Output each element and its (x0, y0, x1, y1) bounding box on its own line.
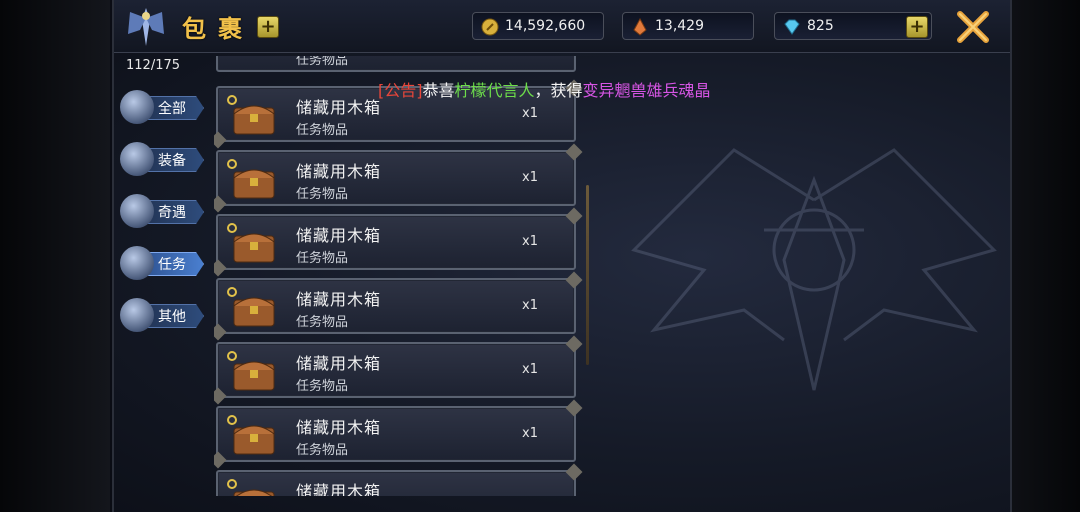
gold-currency: 14,592,660 (472, 12, 604, 40)
item-quantity: x1 (522, 426, 538, 441)
item-type: 任务物品 (296, 187, 349, 202)
item-type: 任务物品 (296, 56, 349, 68)
crystal-ball-icon (120, 194, 154, 228)
item-quantity: x1 (522, 170, 538, 185)
tab-quest[interactable]: 任务 (118, 244, 204, 280)
crystal-amount: 13,429 (655, 18, 704, 34)
gold-amount: 14,592,660 (505, 18, 586, 34)
blue-diamond-icon (784, 19, 800, 35)
item-list[interactable]: 任务物品 储藏用木箱 任务物品 x1 储藏用木箱 任务物品 x1 储藏用木箱 任… (214, 56, 584, 496)
item-name: 储藏用木箱 (296, 226, 382, 245)
tab-label: 其他 (158, 309, 186, 325)
frame-corner (565, 207, 583, 225)
item-type: 任务物品 (296, 315, 349, 330)
announcement-middle: ，获得 (534, 81, 583, 100)
wooden-chest-icon (227, 415, 275, 455)
wooden-chest-icon (227, 223, 275, 263)
frame-corner (214, 387, 227, 405)
diamond-amount: 825 (807, 18, 834, 34)
item-name: 储藏用木箱 (296, 290, 382, 309)
item-name: 储藏用木箱 (296, 354, 382, 373)
bag-icon (120, 298, 154, 332)
bag-capacity: 112/175 (126, 58, 181, 73)
list-item[interactable]: 储藏用木箱 任务物品 x1 (214, 207, 583, 277)
frame-corner (214, 451, 227, 469)
armor-icon (120, 142, 154, 176)
frame-corner (214, 131, 227, 149)
list-scrollbar[interactable] (586, 185, 589, 365)
item-quantity: x1 (522, 298, 538, 313)
item-name: 储藏用木箱 (296, 162, 382, 181)
system-announcement: [公告]恭喜柠檬代言人，获得变异魍兽雄兵魂晶 (378, 77, 711, 101)
flame-crystal-icon (633, 18, 647, 36)
item-quantity: x1 (522, 362, 538, 377)
all-items-icon (120, 90, 154, 124)
announcement-player: 柠檬代言人 (454, 81, 535, 100)
list-item[interactable]: 储藏用木箱 任务物品 x1 (214, 271, 583, 341)
recharge-button[interactable]: + (906, 16, 928, 38)
wooden-chest-icon (227, 159, 275, 199)
item-type: 任务物品 (296, 123, 349, 138)
list-item[interactable]: 储藏用木箱 (216, 463, 583, 496)
tab-label: 任务 (158, 257, 186, 273)
frame-corner (565, 271, 583, 289)
scroll-icon (120, 246, 154, 280)
tab-other[interactable]: 其他 (118, 296, 204, 332)
frame-corner (565, 143, 583, 161)
wooden-chest-icon (227, 95, 275, 135)
close-icon[interactable] (956, 10, 990, 44)
frame-corner (214, 195, 227, 213)
announcement-tag: [公告] (378, 81, 423, 100)
item-quantity: x1 (522, 106, 538, 121)
frame-corner (565, 399, 583, 417)
wooden-chest-icon (227, 479, 275, 496)
list-item-partial[interactable]: 任务物品 (216, 56, 576, 72)
list-item[interactable]: 储藏用木箱 任务物品 x1 (214, 335, 583, 405)
announcement-reward: 变异魍兽雄兵魂晶 (582, 81, 711, 100)
winged-crest-icon (128, 8, 164, 46)
list-item[interactable]: 储藏用木箱 任务物品 x1 (214, 143, 583, 213)
winged-sword-emblem-icon (631, 148, 997, 391)
tab-label: 装备 (158, 153, 186, 169)
crystal-currency: 13,429 (622, 12, 754, 40)
wooden-chest-icon (227, 287, 275, 327)
item-name: 储藏用木箱 (296, 98, 382, 117)
wooden-chest-icon (227, 351, 275, 391)
announcement-congrats: 恭喜 (422, 81, 455, 100)
item-type: 任务物品 (296, 379, 349, 394)
item-name: 储藏用木箱 (296, 418, 382, 437)
item-quantity: x1 (522, 234, 538, 249)
tab-equipment[interactable]: 装备 (118, 140, 204, 176)
header-bar: 包裹 + 14,592,660 13,429 825 + (114, 0, 1010, 53)
frame-corner (214, 259, 227, 277)
inventory-panel: 包裹 + 14,592,660 13,429 825 + 112/175 全部 … (112, 0, 1012, 512)
expand-bag-button[interactable]: + (257, 16, 279, 38)
tab-label: 奇遇 (158, 205, 186, 221)
gold-coin-icon (481, 18, 499, 36)
item-type: 任务物品 (296, 443, 349, 458)
list-item[interactable]: 储藏用木箱 任务物品 x1 (214, 399, 583, 469)
left-background (0, 0, 110, 512)
tab-all[interactable]: 全部 (118, 88, 204, 124)
tab-adventure[interactable]: 奇遇 (118, 192, 204, 228)
item-name: 储藏用木箱 (296, 482, 382, 496)
item-type: 任务物品 (296, 251, 349, 266)
frame-corner (565, 463, 583, 481)
page-title: 包裹 (182, 15, 254, 43)
frame-corner (214, 323, 227, 341)
frame-corner (565, 335, 583, 353)
tab-label: 全部 (158, 101, 186, 117)
